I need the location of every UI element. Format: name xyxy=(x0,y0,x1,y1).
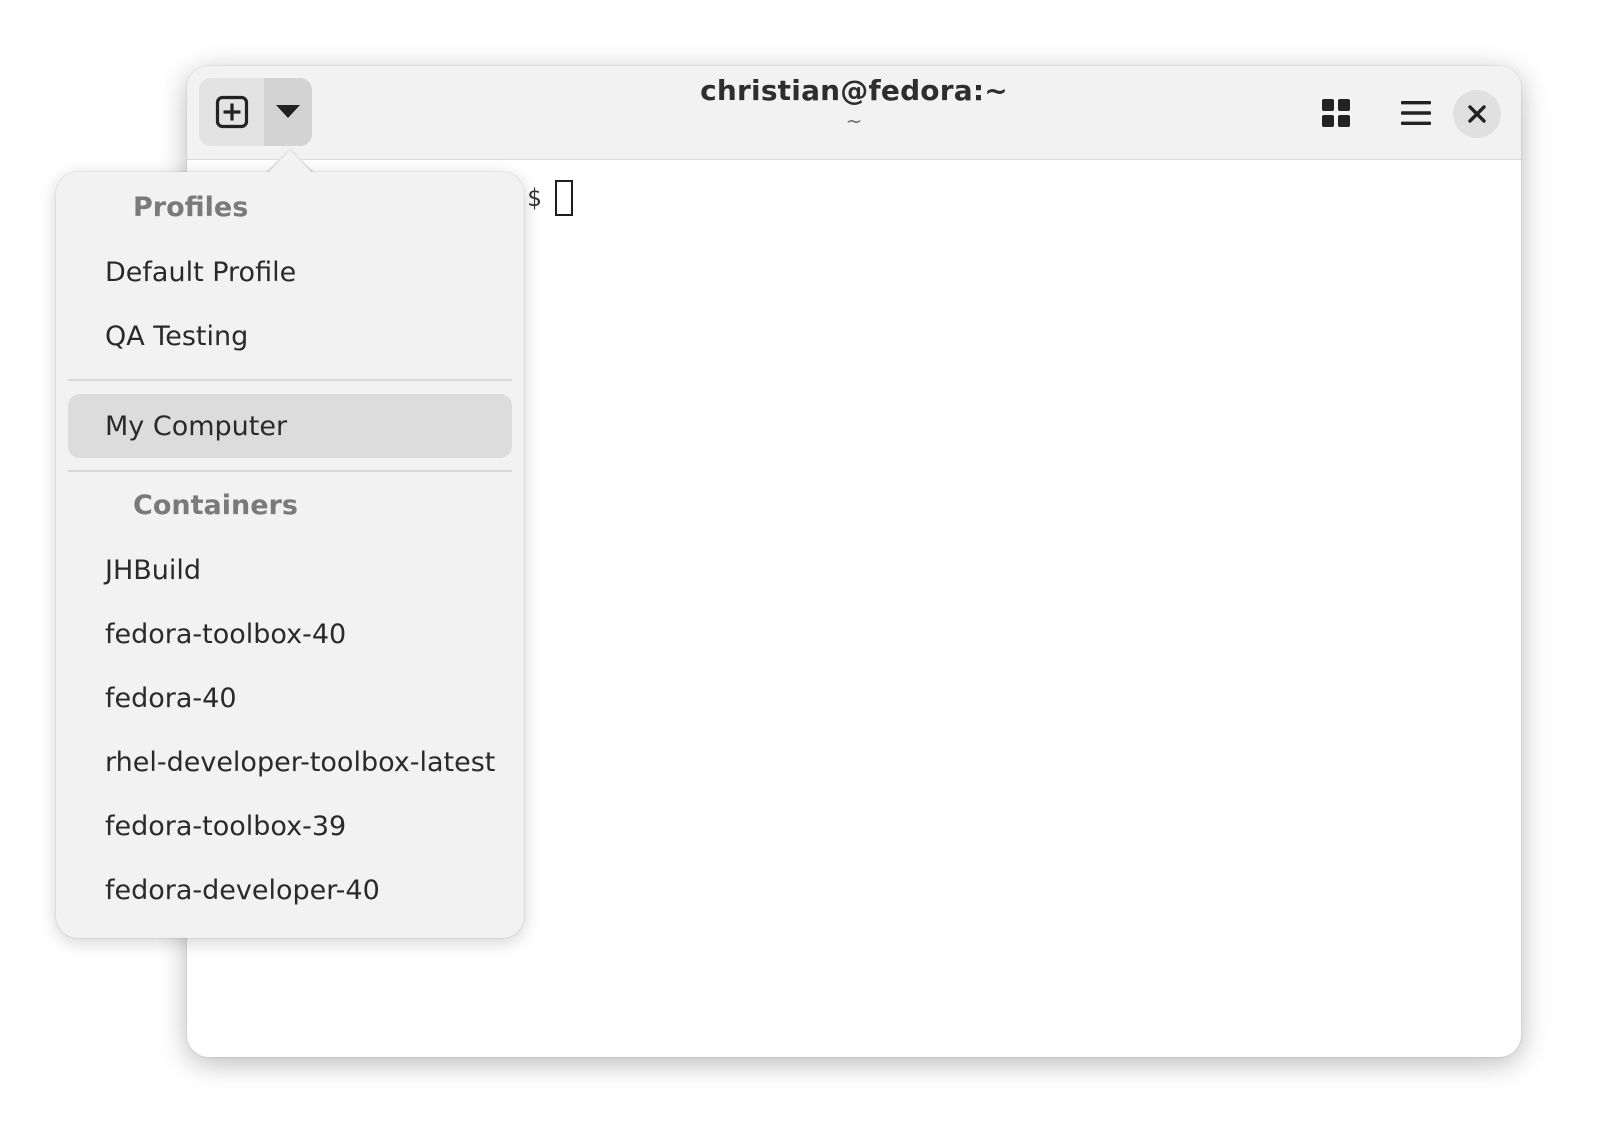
menu-separator xyxy=(68,470,512,472)
close-icon xyxy=(1468,105,1486,123)
close-window-button[interactable] xyxy=(1453,90,1501,138)
prompt-symbol: $ xyxy=(527,184,542,212)
popover-arrow-fill xyxy=(268,150,312,173)
menu-item-container[interactable]: rhel-developer-toolbox-latest xyxy=(68,730,512,794)
hamburger-icon xyxy=(1401,101,1431,125)
menu-item-profile[interactable]: QA Testing xyxy=(68,304,512,368)
menu-item-container[interactable]: fedora-40 xyxy=(68,666,512,730)
menu-item-profile[interactable]: Default Profile xyxy=(68,240,512,304)
profiles-section-header: Profiles xyxy=(133,192,249,223)
menu-separator xyxy=(68,379,512,381)
headerbar: christian@fedora:~ ~ xyxy=(187,66,1521,160)
tab-overview-button[interactable] xyxy=(1313,90,1359,136)
shell-prompt: $ xyxy=(527,180,574,216)
main-menu-button[interactable] xyxy=(1393,90,1439,136)
containers-section-header: Containers xyxy=(133,490,298,521)
text-cursor xyxy=(555,180,574,216)
menu-item-container[interactable]: fedora-toolbox-39 xyxy=(68,794,512,858)
grid-icon xyxy=(1322,99,1350,127)
menu-item-container[interactable]: fedora-developer-40 xyxy=(68,858,512,922)
menu-item-container[interactable]: JHBuild xyxy=(68,538,512,602)
profile-popover-menu: Profiles Default Profile QA Testing My C… xyxy=(56,172,524,938)
menu-item-my-computer[interactable]: My Computer xyxy=(68,394,512,458)
menu-item-container[interactable]: fedora-toolbox-40 xyxy=(68,602,512,666)
